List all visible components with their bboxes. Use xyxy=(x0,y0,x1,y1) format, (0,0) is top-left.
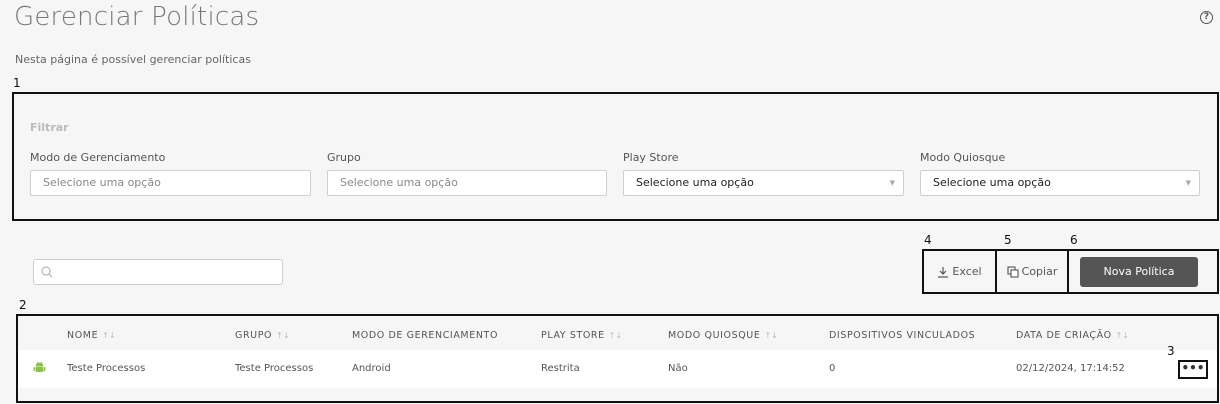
filter-label-quiosque: Modo Quiosque xyxy=(920,151,1006,164)
copy-label: Copiar xyxy=(1021,265,1058,278)
chevron-down-icon: ▼ xyxy=(1185,179,1191,187)
new-policy-button[interactable]: Nova Política xyxy=(1080,257,1198,287)
search-input[interactable] xyxy=(33,259,283,285)
callout-label-5: 5 xyxy=(1004,233,1012,247)
chevron-down-icon: ▼ xyxy=(889,179,895,187)
help-circle-icon[interactable]: ? xyxy=(1200,11,1213,24)
export-excel-button[interactable]: Excel xyxy=(922,249,997,294)
callout-label-2: 2 xyxy=(19,298,27,312)
column-header-nome[interactable]: NOME ↑↓ xyxy=(67,330,116,341)
cell-grupo: Teste Processos xyxy=(235,363,314,374)
callout-box-filter xyxy=(12,92,1219,221)
cell-modo: Android xyxy=(352,363,391,374)
page-title: Gerenciar Políticas xyxy=(14,2,260,32)
android-icon xyxy=(33,361,46,372)
sort-icon: ↑↓ xyxy=(1115,331,1130,340)
cell-quiosque: Não xyxy=(668,363,688,374)
page-subtitle: Nesta página é possível gerenciar políti… xyxy=(15,53,251,66)
sort-icon: ↑↓ xyxy=(608,331,623,340)
sort-icon: ↑↓ xyxy=(764,331,778,340)
filter-title: Filtrar xyxy=(30,121,69,134)
copy-button[interactable]: Copiar xyxy=(995,249,1069,294)
row-actions-menu-button[interactable]: ••• xyxy=(1178,360,1208,379)
column-header-play-store[interactable]: PLAY STORE ↑↓ xyxy=(541,330,622,341)
column-header-quiosque[interactable]: MODO QUIOSQUE ↑↓ xyxy=(668,330,778,341)
column-header-dispositivos: DISPOSITIVOS VINCULADOS xyxy=(829,330,976,341)
callout-label-1: 1 xyxy=(13,76,21,90)
sort-icon: ↑↓ xyxy=(102,331,116,340)
copy-icon xyxy=(1007,265,1019,278)
modo-quiosque-select-value: Selecione uma opção xyxy=(933,176,1051,189)
filter-label-playstore: Play Store xyxy=(623,151,679,164)
cell-data-criacao: 02/12/2024, 17:14:52 xyxy=(1016,363,1125,374)
modo-gerenciamento-input[interactable]: Selecione uma opção xyxy=(30,170,311,196)
filter-label-grupo: Grupo xyxy=(327,151,361,164)
column-header-modo: MODO DE GERENCIAMENTO xyxy=(352,330,499,341)
filter-label-modo: Modo de Gerenciamento xyxy=(30,151,166,164)
download-icon xyxy=(938,266,949,278)
excel-label: Excel xyxy=(952,265,982,278)
sort-icon: ↑↓ xyxy=(276,331,290,340)
grupo-input[interactable]: Selecione uma opção xyxy=(327,170,607,196)
cell-play-store: Restrita xyxy=(541,363,580,374)
search-icon xyxy=(41,266,53,278)
play-store-select-value: Selecione uma opção xyxy=(636,176,754,189)
callout-box-table xyxy=(16,314,1219,403)
callout-label-6: 6 xyxy=(1070,233,1078,247)
cell-nome: Teste Processos xyxy=(67,363,146,374)
callout-label-4: 4 xyxy=(924,233,932,247)
play-store-select[interactable]: Selecione uma opção ▼ xyxy=(623,170,904,196)
modo-quiosque-select[interactable]: Selecione uma opção ▼ xyxy=(920,170,1200,196)
callout-label-3: 3 xyxy=(1167,344,1175,358)
column-header-data[interactable]: DATA DE CRIAÇÃO ↑↓ xyxy=(1016,330,1129,341)
cell-dispositivos: 0 xyxy=(829,363,836,374)
column-header-grupo[interactable]: GRUPO ↑↓ xyxy=(235,330,290,341)
